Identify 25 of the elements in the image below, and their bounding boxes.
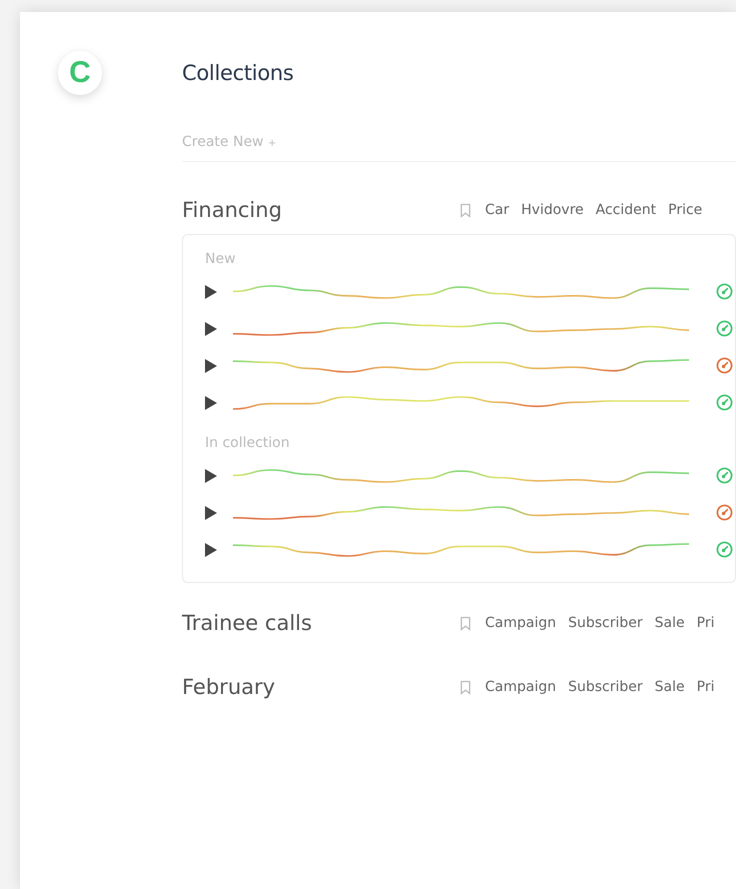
collection-title[interactable]: Trainee calls [182,611,460,635]
collection-title[interactable]: February [182,675,460,699]
tag[interactable]: Car [485,202,510,218]
tag[interactable]: Campaign [485,615,556,631]
tag[interactable]: Campaign [485,679,556,695]
tag[interactable]: Subscriber [568,679,643,695]
tag[interactable]: Sale [654,679,685,695]
collection-title[interactable]: Financing [182,198,460,222]
page-title: Collections [182,61,295,85]
tag[interactable]: Pri [696,679,714,695]
play-icon[interactable] [205,506,217,520]
tag[interactable]: Sale [654,615,685,631]
tag[interactable]: Accident [596,202,656,218]
play-icon[interactable] [205,358,217,372]
play-icon[interactable] [205,322,217,336]
tag[interactable]: Pri [696,615,714,631]
play-icon[interactable] [205,396,217,410]
group-label: New [205,251,237,267]
play-icon[interactable] [205,284,217,298]
tag[interactable]: Price [668,202,702,218]
tag[interactable]: Subscriber [568,615,643,631]
play-icon[interactable] [205,468,217,482]
tag[interactable]: Hvidovre [521,202,584,218]
group-label: In collection [205,435,291,451]
play-icon[interactable] [205,542,217,556]
